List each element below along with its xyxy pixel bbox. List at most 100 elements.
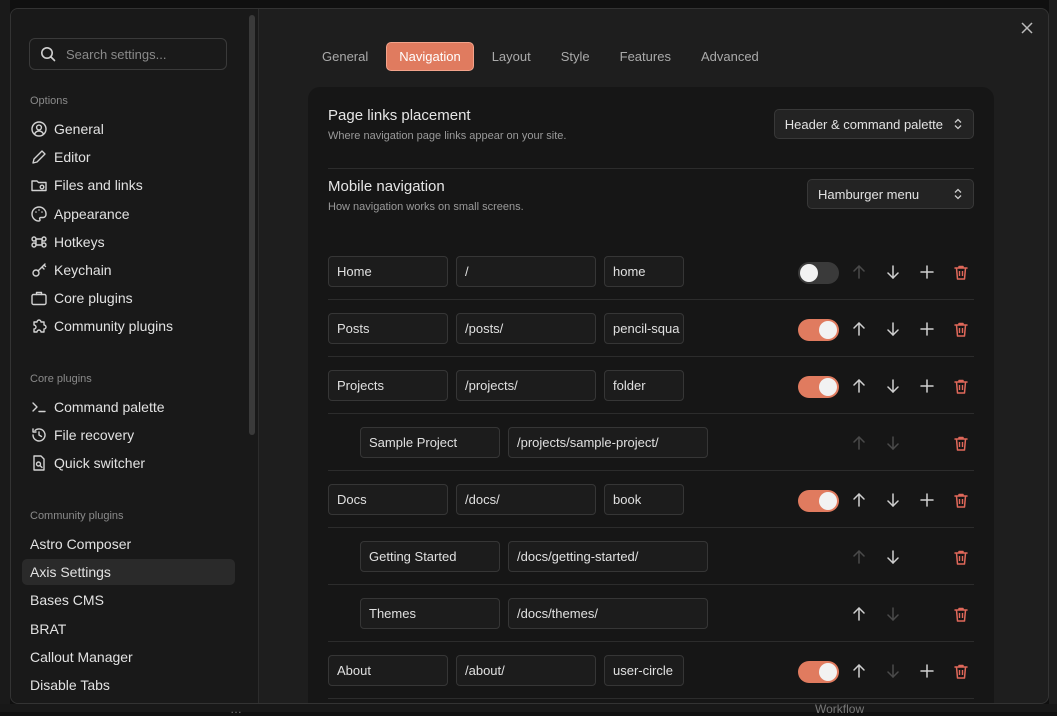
nav-title-field[interactable]: Docs	[328, 484, 448, 515]
close-icon[interactable]	[1018, 19, 1036, 37]
arrow-up-icon[interactable]	[850, 320, 868, 338]
arrow-up-icon[interactable]	[850, 491, 868, 509]
enable-toggle[interactable]	[798, 376, 839, 398]
trash-icon[interactable]	[952, 434, 970, 452]
arrow-down-icon[interactable]	[884, 605, 902, 623]
arrow-down-icon[interactable]	[884, 263, 902, 281]
chevrons-up-down-icon	[954, 188, 962, 200]
plus-icon[interactable]	[918, 263, 936, 281]
nav-title-field[interactable]: Themes	[360, 598, 500, 629]
enable-toggle[interactable]	[798, 661, 839, 683]
terminal-icon	[30, 398, 48, 416]
sidebar-scrollbar[interactable]	[249, 15, 255, 435]
sidebar-item-bases-cms[interactable]: Bases CMS	[22, 587, 235, 613]
nav-path-field[interactable]: /	[456, 256, 596, 287]
plus-icon[interactable]	[918, 662, 936, 680]
tab-layout[interactable]: Layout	[480, 42, 543, 71]
nav-icon-field[interactable]: book	[604, 484, 684, 515]
nav-icon-field[interactable]: home	[604, 256, 684, 287]
mobile-nav-select[interactable]: Hamburger menu	[807, 179, 974, 209]
nav-path-field[interactable]: /projects/sample-project/	[508, 427, 708, 458]
sidebar-item-label: Files and links	[54, 177, 143, 194]
arrow-down-icon[interactable]	[884, 662, 902, 680]
nav-path-field[interactable]: /projects/	[456, 370, 596, 401]
arrow-up-icon[interactable]	[850, 263, 868, 281]
sidebar-item-label: Keychain	[54, 262, 112, 278]
sidebar-item-label: File recovery	[54, 427, 135, 443]
arrow-up-icon[interactable]	[850, 434, 868, 452]
nav-path-field[interactable]: /docs/	[456, 484, 596, 515]
nav-title-field[interactable]: Projects	[328, 370, 448, 401]
nav-title-field[interactable]: Home	[328, 256, 448, 287]
arrow-up-icon[interactable]	[850, 605, 868, 623]
sidebar-item-community-plugins[interactable]: Community plugins	[22, 313, 235, 339]
sidebar-item-hotkeys[interactable]: Hotkeys	[22, 229, 235, 255]
nav-icon-field[interactable]: user-circle	[604, 655, 684, 686]
tab-features[interactable]: Features	[608, 42, 683, 71]
nav-title-field[interactable]: About	[328, 655, 448, 686]
search-box[interactable]	[29, 38, 227, 70]
sidebar-item-keychain[interactable]: Keychain	[22, 257, 235, 283]
core-plugins-header: Core plugins	[30, 373, 92, 385]
sidebar-item-astro-composer[interactable]: Astro Composer	[22, 531, 235, 557]
tab-bar: General Navigation Layout Style Features Adva…	[310, 42, 771, 71]
sidebar-item-disable-tabs[interactable]: Disable Tabs	[22, 672, 235, 698]
pencil-icon	[30, 148, 48, 166]
plus-icon[interactable]	[918, 491, 936, 509]
tab-general[interactable]: General	[310, 42, 380, 71]
page-links-select[interactable]: Header & command palette	[773, 109, 974, 139]
settings-sidebar: Options General Editor Files and links Appe…	[11, 9, 259, 703]
tab-navigation[interactable]: Navigation	[386, 42, 474, 71]
folder-cog-icon	[30, 176, 48, 194]
nav-title-field[interactable]: Posts	[328, 313, 448, 344]
enable-toggle[interactable]	[798, 262, 839, 284]
nav-icon-field[interactable]: pencil-squa	[604, 313, 684, 344]
arrow-down-icon[interactable]	[884, 377, 902, 395]
arrow-up-icon[interactable]	[850, 662, 868, 680]
search-input[interactable]	[64, 45, 214, 63]
trash-icon[interactable]	[952, 377, 970, 395]
nav-path-field[interactable]: /docs/getting-started/	[508, 541, 708, 572]
nav-path-field[interactable]: /posts/	[456, 313, 596, 344]
nav-icon-field[interactable]: folder	[604, 370, 684, 401]
arrow-down-icon[interactable]	[884, 320, 902, 338]
nav-title-field[interactable]: Getting Started	[360, 541, 500, 572]
trash-icon[interactable]	[952, 491, 970, 509]
tab-style[interactable]: Style	[549, 42, 602, 71]
arrow-down-icon[interactable]	[884, 548, 902, 566]
trash-icon[interactable]	[952, 548, 970, 566]
sidebar-item-label: Community plugins	[54, 318, 174, 335]
enable-toggle[interactable]	[798, 319, 839, 341]
arrow-down-icon[interactable]	[884, 434, 902, 452]
sidebar-item-brat[interactable]: BRAT	[22, 616, 235, 642]
tab-advanced[interactable]: Advanced	[689, 42, 771, 71]
trash-icon[interactable]	[952, 662, 970, 680]
nav-path-field[interactable]: /docs/themes/	[508, 598, 708, 629]
sidebar-item-files-and-links[interactable]: Files and links	[22, 172, 235, 198]
trash-icon[interactable]	[952, 605, 970, 623]
sidebar-item-axis-settings[interactable]: Axis Settings	[22, 559, 235, 586]
navigation-panel: Page links placement Where navigation pa…	[308, 87, 994, 703]
trash-icon[interactable]	[952, 263, 970, 281]
nav-path-field[interactable]: /about/	[456, 655, 596, 686]
arrow-up-icon[interactable]	[850, 548, 868, 566]
nav-item-row: About/about/user-circle	[328, 642, 974, 699]
sidebar-item-command-palette[interactable]: Command palette	[22, 394, 235, 420]
sidebar-item-editor[interactable]: Editor	[22, 144, 235, 170]
sidebar-item-general[interactable]: General	[22, 116, 235, 142]
search-icon	[41, 47, 56, 62]
arrow-up-icon[interactable]	[850, 377, 868, 395]
sidebar-item-quick-switcher[interactable]: Quick switcher	[22, 450, 235, 476]
arrow-down-icon[interactable]	[884, 491, 902, 509]
sidebar-item-file-recovery[interactable]: File recovery	[22, 422, 235, 448]
trash-icon[interactable]	[952, 320, 970, 338]
nav-title-field[interactable]: Sample Project	[360, 427, 500, 458]
enable-toggle[interactable]	[798, 490, 839, 512]
sidebar-item-core-plugins[interactable]: Core plugins	[22, 285, 235, 311]
plus-icon[interactable]	[918, 320, 936, 338]
settings-content: General Navigation Layout Style Features Adva…	[260, 9, 1048, 703]
plus-icon[interactable]	[918, 377, 936, 395]
sidebar-item-appearance[interactable]: Appearance	[22, 201, 235, 227]
sidebar-item-label: Command palette	[54, 399, 165, 415]
sidebar-item-callout-manager[interactable]: Callout Manager	[22, 644, 235, 670]
